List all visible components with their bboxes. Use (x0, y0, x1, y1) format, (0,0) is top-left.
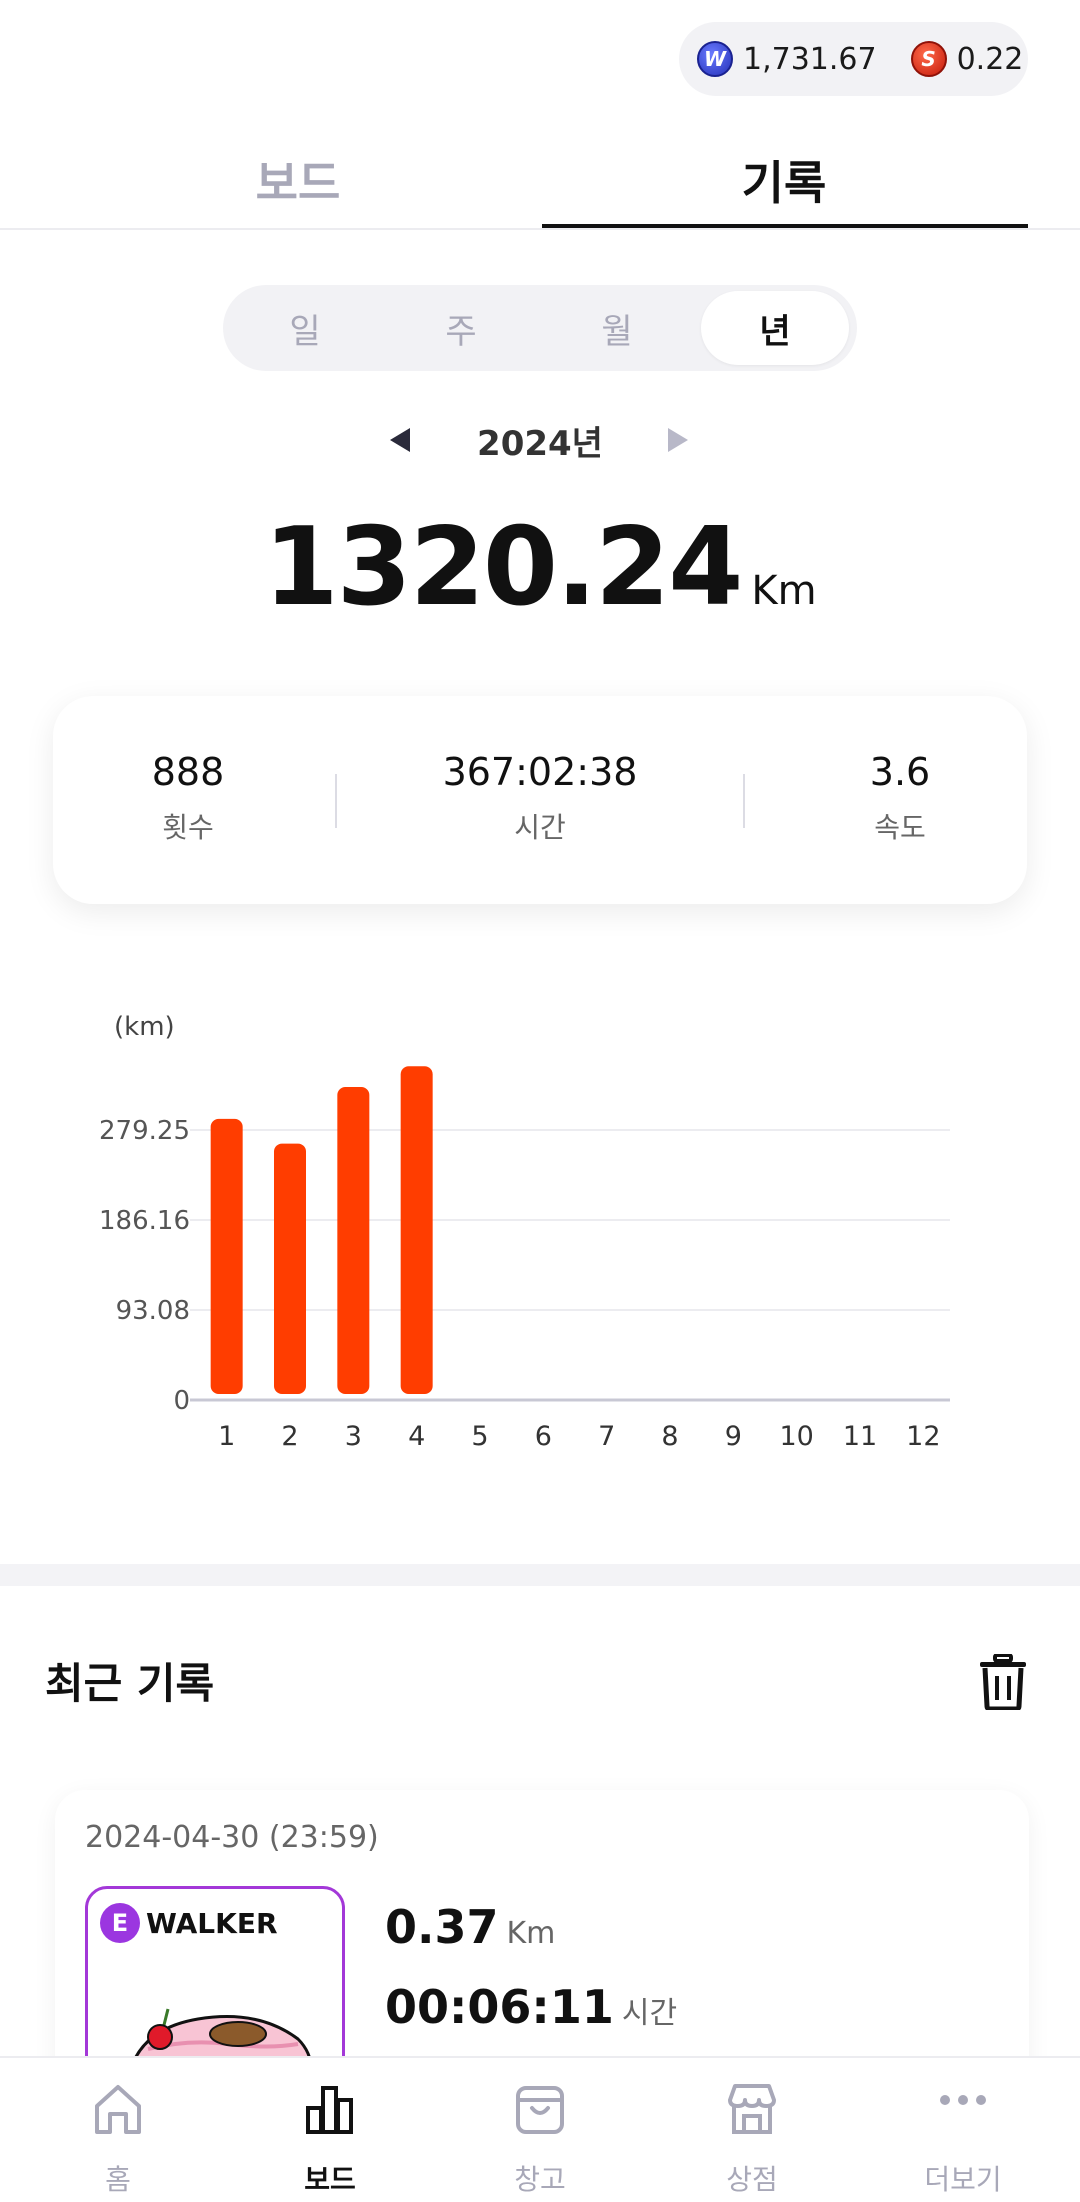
stat-count-label: 횟수 (162, 811, 214, 844)
walker-badge: E WALKER (100, 1903, 278, 1943)
record-distance-value: 0.37 (385, 1900, 499, 1954)
period-month[interactable]: 월 (543, 291, 691, 365)
chart-x-tick-label: 9 (725, 1421, 742, 1452)
record-time: 00:06:11 시간 (385, 1980, 677, 2034)
stat-count: 888 횟수 (133, 750, 243, 846)
stat-speed-value: 3.6 (869, 750, 931, 794)
stat-time: 367:02:38 시간 (420, 750, 660, 846)
chart-x-tick-label: 1 (218, 1421, 235, 1452)
chart-x-tick-label: 12 (906, 1421, 940, 1452)
chart-x-tick-label: 4 (408, 1421, 425, 1452)
year-selector: 2024년 (380, 410, 700, 470)
recent-records-title: 최근 기록 (45, 1659, 215, 1708)
stat-speed: 3.6 속도 (850, 750, 950, 846)
chart-svg: 093.08186.16279.251 2 3 4 5 6 7 8 9 10 11 12 (99, 1066, 950, 1452)
nav-storage[interactable]: 창고 (432, 2058, 648, 2202)
chart-bar-1 (210, 1118, 243, 1394)
chart-bar-3 (337, 1087, 370, 1394)
balance-w: 1,731.67 (743, 41, 877, 77)
nav-storage-label: 창고 (514, 2163, 566, 2196)
chart-x-tick-label: 7 (598, 1421, 615, 1452)
tab-underline (542, 224, 1028, 228)
nav-shop-label: 상점 (726, 2163, 778, 2196)
chart-x-tick-label: 11 (843, 1421, 877, 1452)
record-distance-unit: Km (506, 1916, 556, 1951)
chart-y-tick-label: 93.08 (116, 1296, 190, 1326)
home-icon (95, 2085, 141, 2134)
tab-board[interactable]: 보드 (56, 130, 540, 230)
section-divider (0, 1564, 1080, 1586)
s-coin-icon: S (910, 41, 947, 77)
chart-bar-4 (400, 1066, 433, 1394)
balance-pill[interactable]: W 1,731.67 S 0.22 (679, 22, 1028, 96)
more-icon (940, 2095, 986, 2105)
chart-x-tick-label: 6 (535, 1421, 552, 1452)
nav-home-label: 홈 (105, 2163, 131, 2196)
total-distance: 1320.24 Km (0, 505, 1080, 630)
nav-board[interactable]: 보드 (222, 2058, 438, 2202)
tab-record[interactable]: 기록 (542, 130, 1026, 230)
record-time-value: 00:06:11 (385, 1980, 614, 2034)
bag-icon (516, 2086, 564, 2134)
period-day[interactable]: 일 (231, 291, 379, 365)
store-icon (728, 2084, 776, 2134)
balance-s: 0.22 (956, 41, 1024, 77)
total-distance-value: 1320.24 (263, 505, 743, 630)
stats-card: 888 횟수 367:02:38 시간 3.6 속도 (53, 696, 1027, 904)
total-distance-unit: Km (751, 568, 817, 614)
nav-home[interactable]: 홈 (10, 2058, 226, 2202)
chart-y-tick-label: 279.25 (99, 1116, 190, 1146)
chart-x-tick-label: 2 (281, 1421, 298, 1452)
chart-y-tick-label: 0 (173, 1386, 190, 1416)
board-icon (306, 2086, 353, 2134)
nav-more[interactable]: 더보기 (855, 2058, 1071, 2202)
nav-more-label: 더보기 (924, 2163, 1002, 2196)
year-label: 2024년 (477, 424, 603, 464)
record-date: 2024-04-30 (23:59) (85, 1820, 379, 1855)
chart-bar-2 (274, 1143, 306, 1394)
chart-x-tick-label: 5 (471, 1421, 488, 1452)
stat-time-value: 367:02:38 (442, 750, 638, 794)
next-year-icon[interactable] (668, 428, 688, 452)
chart-y-tick-label: 186.16 (99, 1206, 190, 1236)
trash-icon[interactable] (978, 1654, 1028, 1710)
stat-speed-label: 속도 (874, 811, 926, 844)
record-distance: 0.37 Km (385, 1900, 555, 1954)
nav-board-label: 보드 (304, 2163, 356, 2196)
monthly-distance-chart: (km) 0 93.08 186.16 279.25 1 2 3 4 5 6 7 8 9 10 11 12 (0, 1000, 1080, 1470)
w-coin-icon: W (697, 41, 733, 77)
top-tabs: 보드 기록 (0, 130, 1080, 230)
period-week[interactable]: 주 (387, 291, 535, 365)
stat-divider (743, 774, 745, 828)
chart-x-tick-label: 8 (661, 1421, 678, 1452)
bottom-nav: 홈 보드 창고 상점 더보기 (0, 2056, 1080, 2202)
record-time-unit: 시간 (621, 1996, 678, 2031)
stat-time-label: 시간 (514, 811, 566, 844)
walker-label: WALKER (146, 1906, 278, 1940)
period-year[interactable]: 년 (701, 291, 849, 365)
stat-divider (335, 774, 337, 828)
e-badge-icon: E (100, 1903, 140, 1943)
chart-x-tick-label: 10 (779, 1421, 813, 1452)
nav-shop[interactable]: 상점 (644, 2058, 860, 2202)
stat-count-value: 888 (151, 750, 225, 794)
chart-x-tick-label: 3 (345, 1421, 362, 1452)
period-selector: 일 주 월 년 (223, 285, 857, 371)
